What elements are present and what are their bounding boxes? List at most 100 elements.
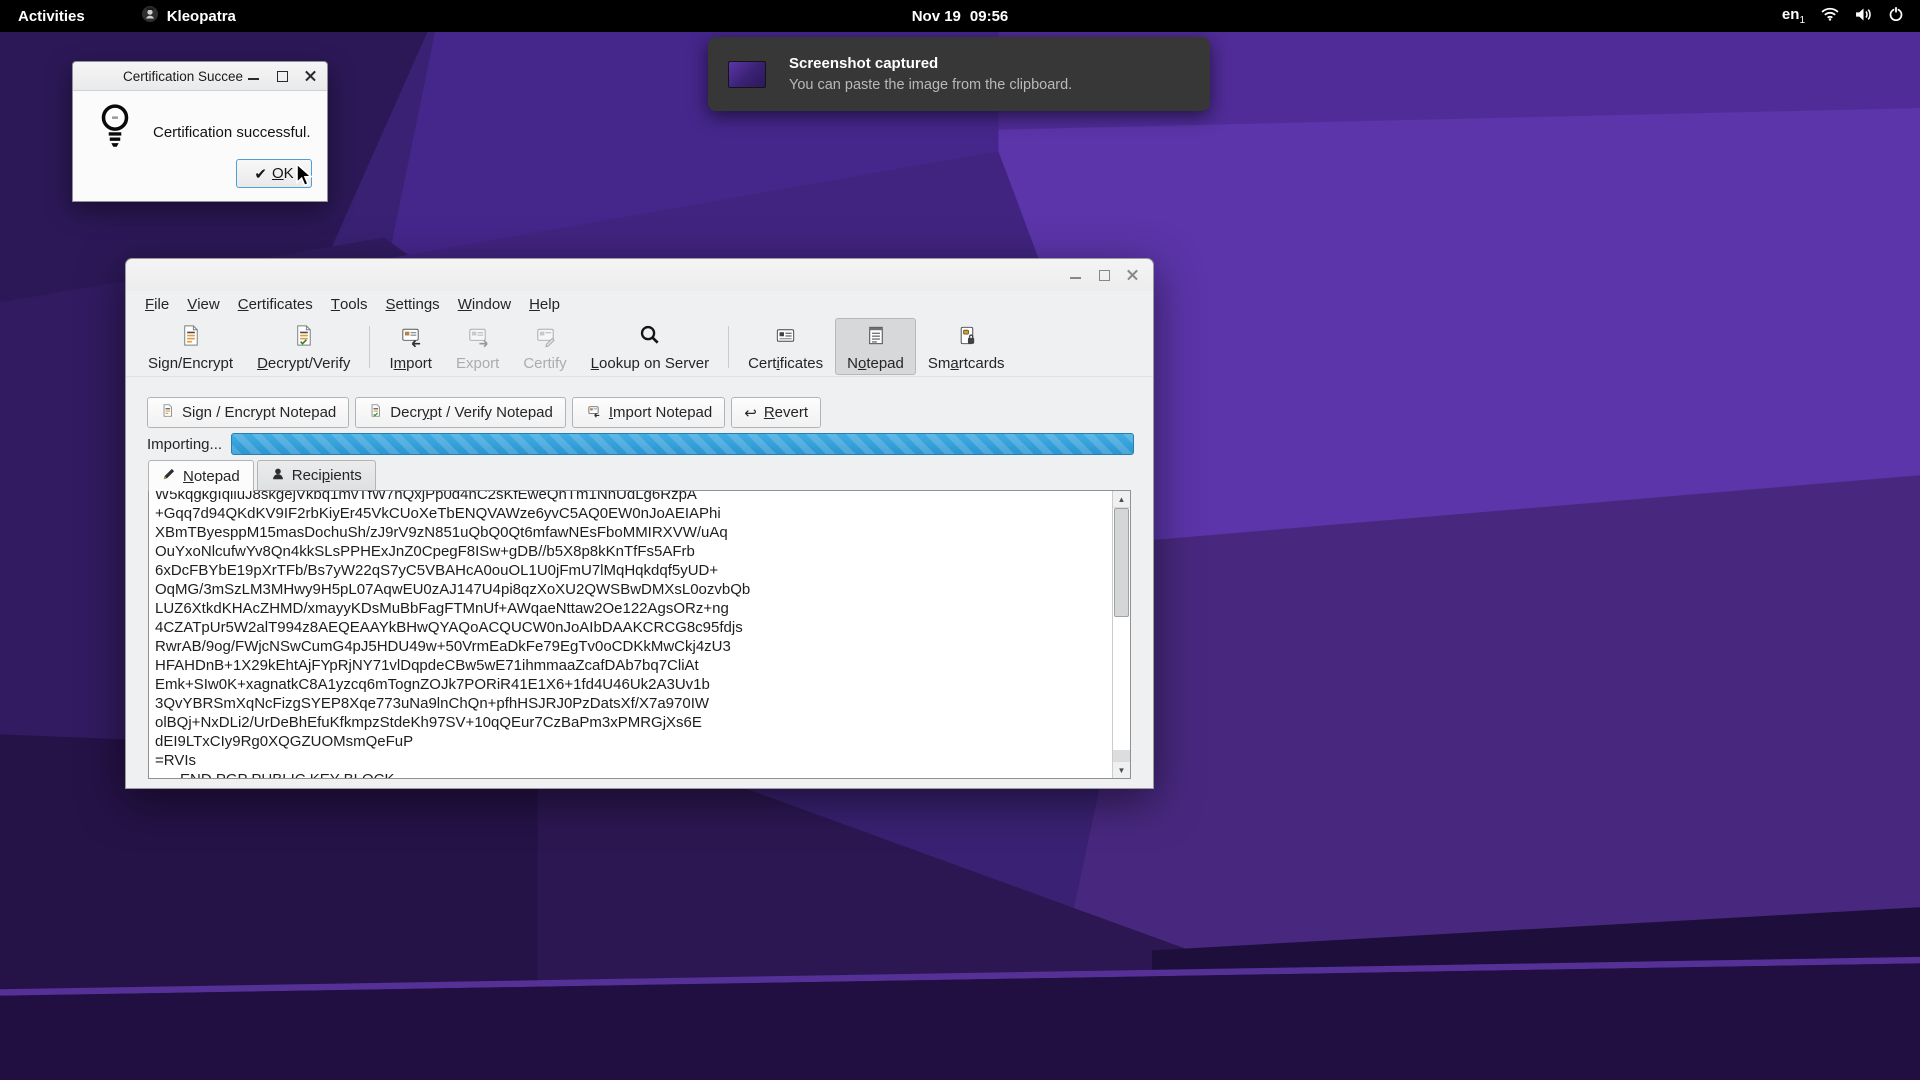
toolbar-separator: [369, 326, 370, 368]
notepad-line: +Gqq7d94QKdKV9IF2rbKiyEr45VkCUoXeTbENQVA…: [155, 504, 1108, 523]
status-area[interactable]: en1: [1782, 0, 1920, 32]
notepad-line: XBmTByesppM15masDochuSh/zJ9rV9zN851uQbQ0…: [155, 523, 1108, 542]
progress-label: Importing...: [147, 436, 231, 453]
toolbar-import[interactable]: Import: [377, 318, 444, 375]
kleopatra-app-icon: [141, 5, 159, 27]
scrollbar-track-block: [1113, 750, 1130, 761]
notepad-line: olBQj+NxDLi2/UrDeBhEfuKfkmpzStdeKh97SV+1…: [155, 713, 1108, 732]
document-sign-icon: [160, 402, 175, 423]
scroll-down-icon[interactable]: ▼: [1113, 761, 1130, 778]
scrollbar[interactable]: ▲ ▼: [1112, 491, 1130, 778]
menu-bar: File View Certificates Tools Settings Wi…: [126, 291, 1153, 317]
toolbar-smartcards[interactable]: Smartcards: [916, 318, 1017, 375]
scrollbar-thumb[interactable]: [1114, 508, 1129, 617]
volume-icon: [1855, 7, 1872, 26]
clock[interactable]: Nov 19 09:56: [912, 8, 1009, 25]
notepad-actions: Sign / Encrypt Notepad Decrypt / Verify …: [147, 397, 1153, 428]
sign-encrypt-notepad-button[interactable]: Sign / Encrypt Notepad: [147, 397, 349, 428]
keyboard-layout-indicator: en1: [1782, 6, 1805, 26]
certify-icon: [533, 323, 558, 353]
close-icon[interactable]: [1123, 265, 1143, 285]
notepad-line: W5kqgkgIqlluJ8skgejVkbq1mvTfW7hQxjPp0d4n…: [155, 490, 1108, 504]
notepad-line: dEI9LTxCIy9Rg0XQGZUOMsmQeFuP: [155, 732, 1108, 751]
import-icon: [398, 323, 423, 353]
activities-button[interactable]: Activities: [0, 0, 103, 32]
minimize-icon[interactable]: [1065, 265, 1085, 285]
notepad-line: OqMG/3mSzLM3MHwy9H5pL07AqwEU0zAJ147U4pi8…: [155, 580, 1108, 599]
menu-window[interactable]: Window: [449, 291, 520, 317]
toolbar: Sign/Encrypt Decrypt/Verify: [126, 317, 1153, 377]
notepad-line: LUZ6XtkdKHAcZHMD/xmayyKDsMuBbFagFTMnUf+A…: [155, 599, 1108, 618]
notepad-line: =RVIs: [155, 751, 1108, 770]
notepad-line: HFAHDnB+1X29kEhtAjFYpRjNY71vlDqpdeCBw5wE…: [155, 656, 1108, 675]
maximize-icon[interactable]: [1094, 265, 1114, 285]
search-icon: [637, 323, 662, 353]
menu-tools[interactable]: Tools: [322, 291, 377, 317]
close-icon[interactable]: [301, 66, 321, 86]
clock-time: 09:56: [970, 8, 1008, 25]
revert-button[interactable]: ↩ Revert: [731, 397, 821, 428]
wifi-icon: [1821, 7, 1839, 25]
notepad-line: Emk+SIw0K+xagnatkC8A1yzcq6mTognZOJk7PORi…: [155, 675, 1108, 694]
toolbar-decrypt-verify[interactable]: Decrypt/Verify: [245, 318, 362, 375]
notepad-line: 4CZATpUr5W2alT994z8AEQEAAYkBHwQYAQoACQUC…: [155, 618, 1108, 637]
dialog-titlebar[interactable]: Certification Succee: [73, 62, 327, 91]
ok-button-label: OK: [272, 165, 294, 182]
document-verify-icon: [368, 402, 383, 423]
toolbar-certify[interactable]: Certify: [511, 318, 578, 375]
pencil-icon: [162, 467, 176, 485]
dialog-title: Certification Succee: [123, 69, 243, 84]
toolbar-notepad[interactable]: Notepad: [835, 318, 916, 375]
smartcard-icon: [954, 323, 979, 353]
notification-title: Screenshot captured: [789, 55, 1072, 72]
toolbar-sign-encrypt[interactable]: Sign/Encrypt: [136, 318, 245, 375]
progress-bar: [231, 433, 1134, 455]
menu-help[interactable]: Help: [520, 291, 569, 317]
window-titlebar[interactable]: [126, 259, 1153, 291]
import-notepad-button[interactable]: Import Notepad: [572, 397, 725, 428]
app-menu-label: Kleopatra: [167, 8, 236, 25]
notepad-icon: [863, 323, 888, 353]
certificates-icon: [773, 323, 798, 353]
menu-file[interactable]: File: [136, 291, 178, 317]
notification-banner[interactable]: Screenshot captured You can paste the im…: [708, 37, 1210, 111]
check-icon: ✔: [254, 165, 267, 183]
tab-notepad[interactable]: Notepad: [148, 460, 254, 491]
notepad-line: OuYxoNlcufwYv8Qn4kkSLsPPHExJnZ0CpegF8ISw…: [155, 542, 1108, 561]
menu-view[interactable]: View: [178, 291, 229, 317]
toolbar-lookup-server[interactable]: Lookup on Server: [579, 318, 721, 375]
mouse-cursor: [293, 163, 317, 194]
menu-settings[interactable]: Settings: [376, 291, 448, 317]
tab-recipients[interactable]: Recipients: [257, 460, 376, 490]
dialog-message: Certification successful.: [153, 124, 311, 141]
clock-date: Nov 19: [912, 8, 961, 25]
toolbar-certificates[interactable]: Certificates: [736, 318, 835, 375]
screenshot-thumbnail: [728, 61, 766, 88]
document-verify-icon: [291, 323, 316, 353]
export-icon: [465, 323, 490, 353]
toolbar-export[interactable]: Export: [444, 318, 511, 375]
toolbar-separator: [728, 326, 729, 368]
decrypt-verify-notepad-button[interactable]: Decrypt / Verify Notepad: [355, 397, 566, 428]
menu-certificates[interactable]: Certificates: [229, 291, 322, 317]
document-sign-icon: [178, 323, 203, 353]
notepad-line: RwrAB/9og/FWjcNSwCumG4pJ5HDU49w+50VrmEaD…: [155, 637, 1108, 656]
notepad-line: 6xDcFBYbE19pXrTFb/Bs7yW22qS7yC5VBAHcA0ou…: [155, 561, 1108, 580]
kleopatra-window: File View Certificates Tools Settings Wi…: [125, 258, 1154, 789]
notification-body: You can paste the image from the clipboa…: [789, 77, 1072, 93]
certification-dialog: Certification Succee Certification succe…: [72, 61, 328, 202]
notepad-editor[interactable]: W5kqgkgIqlluJ8skgejVkbq1mvTfW7hQxjPp0d4n…: [148, 490, 1131, 779]
top-bar: Activities Kleopatra Nov 19 09:56 en1: [0, 0, 1920, 32]
revert-icon: ↩: [744, 404, 757, 422]
notepad-line: -----END PGP PUBLIC KEY BLOCK-----: [155, 770, 1108, 779]
import-icon: [585, 403, 602, 422]
lightbulb-icon: [97, 103, 133, 154]
minimize-icon[interactable]: [243, 66, 263, 86]
app-menu-button[interactable]: Kleopatra: [141, 5, 236, 27]
notepad-line: 3QvYBRSmXqNcFizgSYEP8Xqe773uNa9lnChQn+pf…: [155, 694, 1108, 713]
maximize-icon[interactable]: [272, 66, 292, 86]
desktop: Activities Kleopatra Nov 19 09:56 en1: [0, 0, 1920, 1080]
scroll-up-icon[interactable]: ▲: [1113, 491, 1130, 508]
notepad-tabs: Notepad Recipients: [148, 460, 1153, 490]
power-icon: [1888, 6, 1904, 26]
